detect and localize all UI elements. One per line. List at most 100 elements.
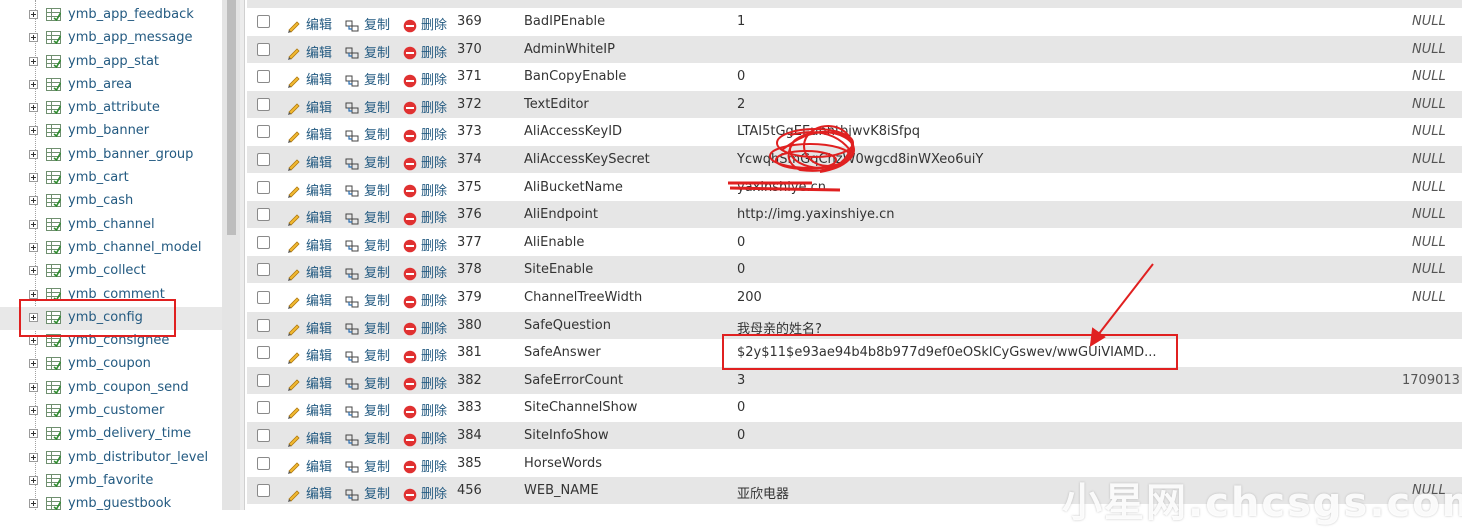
copy-label[interactable]: 复制 <box>364 432 390 447</box>
cell-value[interactable]: 亚欣电器 <box>737 483 789 502</box>
delete-label[interactable]: 删除 <box>421 239 447 254</box>
expand-icon[interactable] <box>29 266 38 275</box>
row-checkbox[interactable] <box>257 263 270 277</box>
sidebar-item-label[interactable]: ymb_app_feedback <box>68 7 194 22</box>
delete-label[interactable]: 删除 <box>421 46 447 61</box>
delete-link[interactable]: 删除 <box>403 483 447 502</box>
delete-link[interactable]: 删除 <box>403 373 447 392</box>
cell-value[interactable]: YcwqhSmGqChzW0wgcd8inWXeo6uiY <box>737 152 983 167</box>
delete-label[interactable]: 删除 <box>421 294 447 309</box>
delete-label[interactable]: 删除 <box>421 156 447 171</box>
delete-label[interactable]: 删除 <box>421 128 447 143</box>
copy-link[interactable]: 复制 <box>345 456 390 475</box>
sidebar-item-ymb-channel-model[interactable]: ymb_channel_model <box>0 237 222 260</box>
expand-icon[interactable] <box>29 196 38 205</box>
sidebar-item-ymb-coupon-send[interactable]: ymb_coupon_send <box>0 377 222 400</box>
row-checkbox[interactable] <box>257 180 270 194</box>
row-checkbox[interactable] <box>257 97 270 111</box>
edit-label[interactable]: 编辑 <box>306 266 332 281</box>
copy-link[interactable]: 复制 <box>345 318 390 337</box>
expand-icon[interactable] <box>29 10 38 19</box>
edit-link[interactable]: 编辑 <box>287 400 332 419</box>
copy-link[interactable]: 复制 <box>345 290 390 309</box>
edit-label[interactable]: 编辑 <box>306 128 332 143</box>
edit-link[interactable]: 编辑 <box>287 207 332 226</box>
edit-label[interactable]: 编辑 <box>306 156 332 171</box>
edit-label[interactable]: 编辑 <box>306 432 332 447</box>
copy-link[interactable]: 复制 <box>345 345 390 364</box>
row-checkbox[interactable] <box>257 429 270 442</box>
delete-link[interactable]: 删除 <box>403 180 447 199</box>
sidebar-item-ymb-distributor-level[interactable]: ymb_distributor_level <box>0 447 222 470</box>
copy-label[interactable]: 复制 <box>364 128 390 143</box>
sidebar-item-ymb-cart[interactable]: ymb_cart <box>0 167 222 190</box>
edit-label[interactable]: 编辑 <box>306 487 332 502</box>
cell-value[interactable]: 3 <box>737 373 745 388</box>
sidebar-item-label[interactable]: ymb_attribute <box>68 100 160 115</box>
row-checkbox[interactable] <box>257 208 270 222</box>
delete-label[interactable]: 删除 <box>421 73 447 88</box>
copy-label[interactable]: 复制 <box>364 239 390 254</box>
copy-label[interactable]: 复制 <box>364 487 390 502</box>
delete-link[interactable]: 删除 <box>403 14 447 33</box>
copy-label[interactable]: 复制 <box>364 211 390 226</box>
delete-link[interactable]: 删除 <box>403 152 447 171</box>
sidebar-item-label[interactable]: ymb_delivery_time <box>68 426 191 441</box>
edit-label[interactable]: 编辑 <box>306 349 332 364</box>
sidebar-item-ymb-attribute[interactable]: ymb_attribute <box>0 97 222 120</box>
edit-link[interactable]: 编辑 <box>287 345 332 364</box>
row-checkbox[interactable] <box>257 456 270 470</box>
row-checkbox[interactable] <box>257 153 270 166</box>
edit-link[interactable]: 编辑 <box>287 318 332 337</box>
expand-icon[interactable] <box>29 290 38 299</box>
edit-label[interactable]: 编辑 <box>306 184 332 199</box>
row-checkbox[interactable] <box>257 318 270 332</box>
delete-label[interactable]: 删除 <box>421 377 447 392</box>
sidebar-scrollbar[interactable] <box>222 0 240 510</box>
edit-link[interactable]: 编辑 <box>287 262 332 281</box>
edit-label[interactable]: 编辑 <box>306 18 332 33</box>
sidebar-item-label[interactable]: ymb_app_message <box>68 30 193 45</box>
sidebar-item-label[interactable]: ymb_distributor_level <box>68 450 208 465</box>
edit-label[interactable]: 编辑 <box>306 101 332 116</box>
sidebar-item-ymb-area[interactable]: ymb_area <box>0 74 222 97</box>
delete-label[interactable]: 删除 <box>421 404 447 419</box>
sidebar-item-label[interactable]: ymb_collect <box>68 263 146 278</box>
sidebar-item-ymb-customer[interactable]: ymb_customer <box>0 400 222 423</box>
edit-link[interactable]: 编辑 <box>287 456 332 475</box>
delete-label[interactable]: 删除 <box>421 101 447 116</box>
copy-label[interactable]: 复制 <box>364 322 390 337</box>
edit-link[interactable]: 编辑 <box>287 14 332 33</box>
expand-icon[interactable] <box>29 33 38 42</box>
sidebar-item-ymb-app-message[interactable]: ymb_app_message <box>0 27 222 50</box>
expand-icon[interactable] <box>29 57 38 66</box>
edit-label[interactable]: 编辑 <box>306 294 332 309</box>
copy-link[interactable]: 复制 <box>345 42 390 61</box>
delete-link[interactable]: 删除 <box>403 290 447 309</box>
edit-link[interactable]: 编辑 <box>287 42 332 61</box>
sidebar-item-label[interactable]: ymb_area <box>68 77 132 92</box>
edit-label[interactable]: 编辑 <box>306 46 332 61</box>
sidebar-item-label[interactable]: ymb_customer <box>68 403 164 418</box>
edit-link[interactable]: 编辑 <box>287 124 332 143</box>
copy-link[interactable]: 复制 <box>345 180 390 199</box>
copy-label[interactable]: 复制 <box>364 404 390 419</box>
sidebar-item-label[interactable]: ymb_banner <box>68 123 149 138</box>
sidebar-item-ymb-banner[interactable]: ymb_banner <box>0 120 222 143</box>
copy-label[interactable]: 复制 <box>364 73 390 88</box>
expand-icon[interactable] <box>29 406 38 415</box>
row-checkbox[interactable] <box>257 15 270 28</box>
cell-value[interactable]: 0 <box>737 69 745 84</box>
edit-link[interactable]: 编辑 <box>287 373 332 392</box>
copy-link[interactable]: 复制 <box>345 235 390 254</box>
edit-link[interactable]: 编辑 <box>287 152 332 171</box>
cell-value[interactable]: 0 <box>737 262 745 277</box>
sidebar-item-label[interactable]: ymb_channel_model <box>68 240 202 255</box>
edit-label[interactable]: 编辑 <box>306 73 332 88</box>
edit-link[interactable]: 编辑 <box>287 483 332 502</box>
copy-label[interactable]: 复制 <box>364 156 390 171</box>
sidebar-item-label[interactable]: ymb_banner_group <box>68 147 193 162</box>
edit-label[interactable]: 编辑 <box>306 211 332 226</box>
row-checkbox[interactable] <box>257 235 270 249</box>
edit-link[interactable]: 编辑 <box>287 235 332 254</box>
